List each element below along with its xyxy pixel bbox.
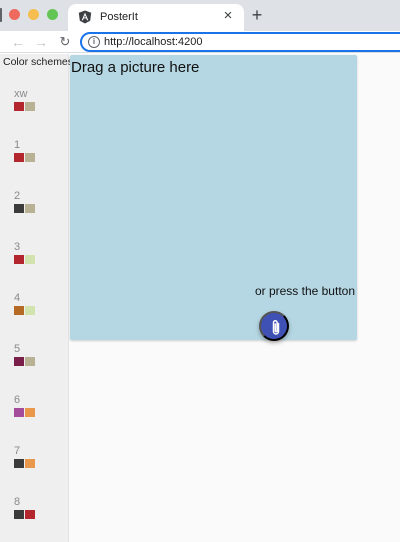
color-swatch (14, 306, 24, 315)
color-swatch (25, 102, 35, 111)
color-swatch (14, 102, 24, 111)
scheme-name: 8 (14, 496, 21, 508)
scheme-name: 1 (14, 139, 21, 151)
scheme-name: 5 (14, 343, 21, 355)
browser-tab-bar: PosterIt × + (0, 0, 400, 31)
reload-button[interactable]: ↻ (57, 34, 73, 50)
scheme-name: 7 (14, 445, 21, 457)
color-scheme-2[interactable]: 2 (14, 190, 54, 230)
color-swatch (25, 306, 35, 315)
tab-close-icon[interactable]: × (220, 7, 236, 25)
browser-toolbar: ← → ↻ i http://localhost:4200 (0, 31, 400, 53)
color-swatch (14, 204, 24, 213)
color-swatch (14, 510, 24, 519)
drop-zone-hint: or press the button (254, 284, 355, 298)
address-bar[interactable]: i http://localhost:4200 (80, 32, 400, 52)
scheme-name: 2 (14, 190, 21, 202)
attach-file-button[interactable] (259, 311, 289, 341)
color-swatch (25, 204, 35, 213)
sidebar-title: Color schemes (3, 56, 74, 68)
back-button[interactable]: ← (10, 34, 26, 50)
color-swatch (25, 408, 35, 417)
color-scheme-xw[interactable]: xw (14, 88, 54, 128)
color-swatch (25, 459, 35, 468)
color-swatch (25, 153, 35, 162)
color-scheme-1[interactable]: 1 (14, 139, 54, 179)
color-swatch (25, 255, 35, 264)
forward-button[interactable]: → (33, 34, 49, 50)
color-swatch (14, 255, 24, 264)
close-window-button[interactable] (9, 9, 20, 20)
color-scheme-4[interactable]: 4 (14, 292, 54, 332)
site-info-icon[interactable]: i (88, 36, 100, 48)
color-scheme-3[interactable]: 3 (14, 241, 54, 281)
maximize-window-button[interactable] (47, 9, 58, 20)
color-schemes-sidebar: Color schemes xw 1 2 3 4 5 6 7 8 (0, 54, 73, 542)
color-swatch (14, 408, 24, 417)
scheme-name: 4 (14, 292, 21, 304)
color-swatch (14, 459, 24, 468)
color-scheme-6[interactable]: 6 (14, 394, 54, 434)
browser-tab[interactable]: PosterIt × (68, 4, 244, 31)
paperclip-icon (272, 319, 280, 335)
color-swatch (14, 153, 24, 162)
tab-title: PosterIt (100, 11, 138, 23)
scheme-name: 3 (14, 241, 21, 253)
color-swatch (25, 510, 35, 519)
drop-zone-title: Drag a picture here (71, 59, 200, 76)
app-content: i s i h e s n n c v e Color schemes xw 1… (0, 54, 400, 542)
picture-drop-zone[interactable]: Drag a picture here or press the button (70, 55, 357, 341)
scheme-name: 6 (14, 394, 21, 406)
color-scheme-8[interactable]: 8 (14, 496, 54, 536)
minimize-window-button[interactable] (28, 9, 39, 20)
color-scheme-7[interactable]: 7 (14, 445, 54, 485)
url-text[interactable]: http://localhost:4200 (104, 35, 202, 49)
sidebar-toggle-icon[interactable] (0, 8, 6, 22)
new-tab-button[interactable]: + (250, 5, 264, 25)
color-swatch (25, 357, 35, 366)
color-scheme-5[interactable]: 5 (14, 343, 54, 383)
angular-logo-icon (78, 10, 92, 24)
scheme-name: xw (14, 88, 28, 100)
color-swatch (14, 357, 24, 366)
